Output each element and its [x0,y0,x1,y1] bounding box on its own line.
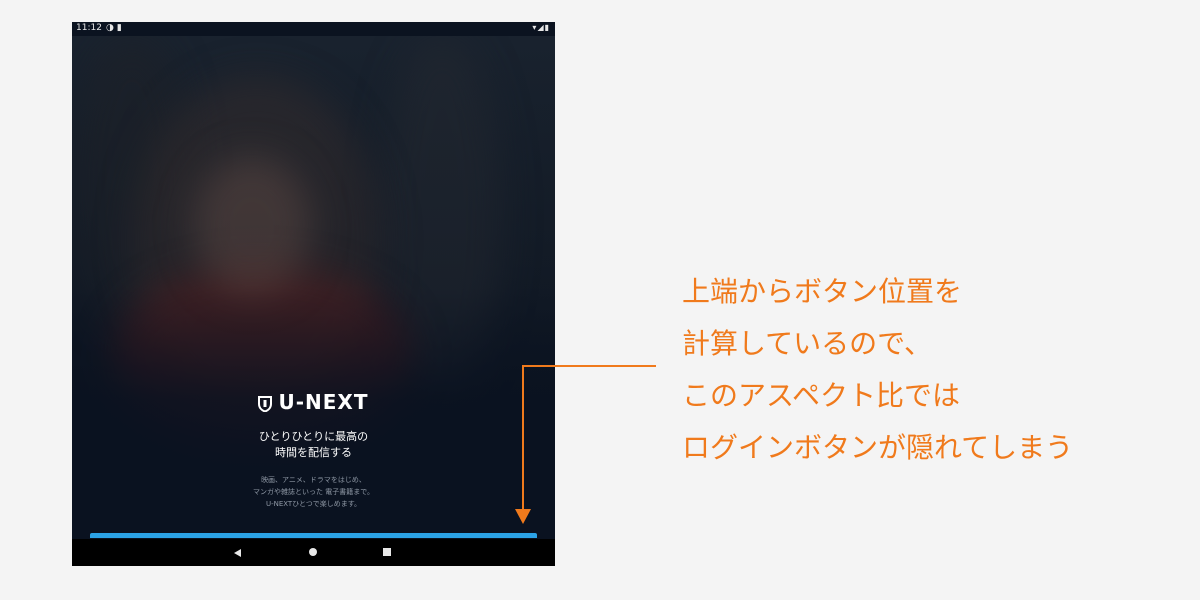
tagline-line: ひとりひとりに最高の [258,430,369,443]
status-time: 11:12 [76,23,102,33]
description-line: マンガや雑誌といった 電子書籍まで。 [253,488,374,496]
annotation-line: 計算しているので、 [682,327,933,360]
sim-card-icon: ▮ [116,23,125,33]
tagline-line: 時間を配信する [275,446,352,459]
tagline: ひとりひとりに最高の 時間を配信する [72,429,555,461]
shield-logo-icon [258,396,273,413]
phone-screen: 11:12 ◑▮ ▾◢▮ U-NEXT ひとりひとりに最高の 時間を配信する 映… [72,22,555,566]
unext-logo: U-NEXT [72,390,555,414]
battery-icon: ▮ [544,23,550,32]
annotation-line-horizontal [522,365,656,367]
description-line: 映画、アニメ、ドラマをはじめ、 [261,476,366,484]
home-icon[interactable] [309,548,317,556]
login-button[interactable] [90,533,537,538]
annotation-line: 上端からボタン位置を [682,275,963,308]
arrow-down-icon [515,509,531,524]
status-right-icons: ▾◢▮ [532,23,550,32]
logo-text: U-NEXT [278,390,369,414]
annotation-line: ログインボタンが隠れてしまう [682,431,1074,464]
circle-half-icon: ◑ [106,23,117,33]
hero-background-image [72,36,555,541]
signal-icon: ◢ [537,23,545,32]
status-bar: 11:12 ◑▮ ▾◢▮ [72,22,555,36]
description-line: U-NEXTひとつで楽しめます。 [265,500,362,508]
status-left-icons: ◑▮ [106,23,125,33]
recents-icon[interactable] [383,548,391,556]
annotation-line: このアスペクト比では [682,379,961,412]
navigation-bar [72,539,555,566]
annotation-text: 上端からボタン位置を 計算しているので、 このアスペクト比では ログインボタンが… [682,266,1073,474]
description: 映画、アニメ、ドラマをはじめ、 マンガや雑誌といった 電子書籍まで。 U-NEX… [72,474,555,510]
back-icon[interactable] [234,549,241,557]
